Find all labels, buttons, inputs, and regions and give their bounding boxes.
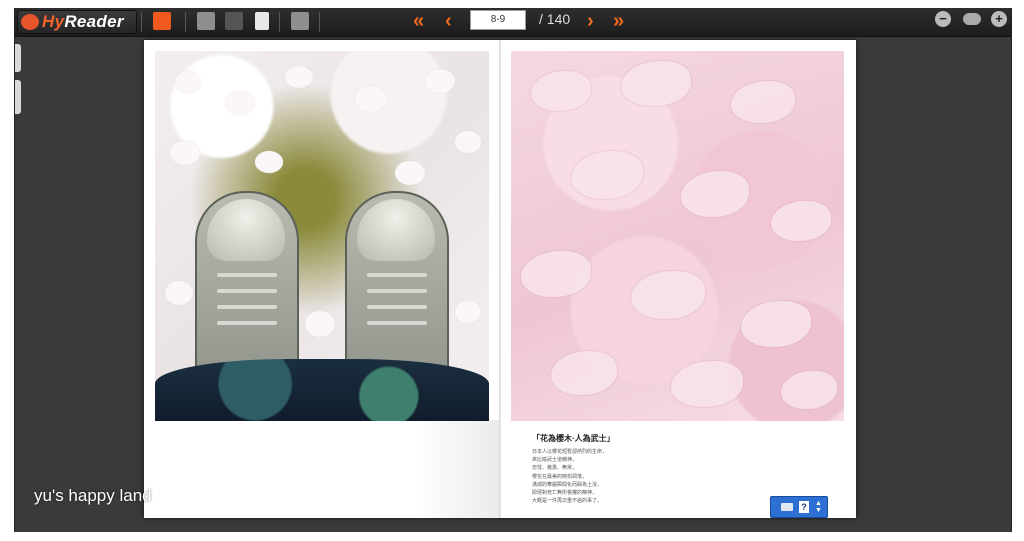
sneakers-photo	[155, 51, 489, 421]
binoculars-icon[interactable]	[291, 12, 309, 30]
toolbar-divider	[279, 12, 280, 32]
caption-line: 滿城的華麗瞬間化而歸為土沒，	[532, 481, 603, 488]
book-spine	[499, 40, 501, 518]
page-total: / 140	[539, 11, 571, 27]
toolbar: HyReader « ‹ 8-9 / 140 › » − +	[15, 8, 1011, 37]
jeans-hem	[155, 359, 489, 421]
toolbar-divider	[185, 12, 186, 32]
input-method-widget[interactable]: ? ▲ ▼	[770, 496, 828, 518]
toolbar-divider	[319, 12, 320, 32]
caption-title: 「花為櫻木·人為武士」	[532, 434, 615, 443]
first-page-button[interactable]: «	[413, 10, 424, 32]
logo-text-suffix: Reader	[64, 12, 124, 31]
side-panel-tab[interactable]	[15, 44, 21, 72]
next-page-button[interactable]: ›	[587, 10, 594, 32]
move-tool-icon[interactable]	[153, 12, 171, 30]
side-panel-tab[interactable]	[15, 80, 21, 114]
caption-line: 來比喻武士道精神，	[532, 457, 578, 464]
logo-icon	[21, 14, 39, 30]
zoom-in-button[interactable]: +	[991, 11, 1007, 27]
caption-block: 「花為櫻木·人為武士」 日本人以櫻花短暫卻熱烈的生命， 來比喻武士道精神， 忠忱…	[532, 433, 732, 505]
zoom-level-icon[interactable]	[963, 13, 981, 25]
page-number-input[interactable]: 8-9	[470, 10, 526, 30]
caption-line: 櫻花在最美的時刻凋落，	[532, 473, 588, 480]
page-flip-icon[interactable]	[255, 12, 269, 30]
cherry-blossom-photo	[511, 51, 844, 421]
last-page-button[interactable]: »	[613, 10, 624, 32]
zoom-out-button[interactable]: −	[935, 11, 951, 27]
help-icon[interactable]: ?	[799, 501, 809, 513]
book-spread: 「花為櫻木·人為武士」 日本人以櫻花短暫卻熱烈的生命， 來比喻武士道精神， 忠忱…	[144, 40, 856, 518]
blog-watermark: yu's happy land	[34, 486, 152, 505]
caption-line: 即便對死亡無所畏懼的精神，	[532, 490, 598, 497]
prev-page-button[interactable]: ‹	[445, 10, 452, 32]
toolbar-divider	[141, 12, 142, 32]
app-logo[interactable]: HyReader	[17, 10, 137, 34]
updown-arrows-icon[interactable]: ▲ ▼	[815, 500, 822, 514]
logo-text-prefix: Hy	[42, 12, 65, 31]
caption-line: 大概是一件再次重不過的事了。	[532, 498, 603, 505]
caption-line: 忠忱、義勇、無常，	[532, 465, 578, 472]
keyboard-icon[interactable]	[781, 503, 793, 511]
single-page-icon[interactable]	[225, 12, 243, 30]
double-page-icon[interactable]	[197, 12, 215, 30]
caption-line: 日本人以櫻花短暫卻熱烈的生命，	[532, 449, 608, 455]
